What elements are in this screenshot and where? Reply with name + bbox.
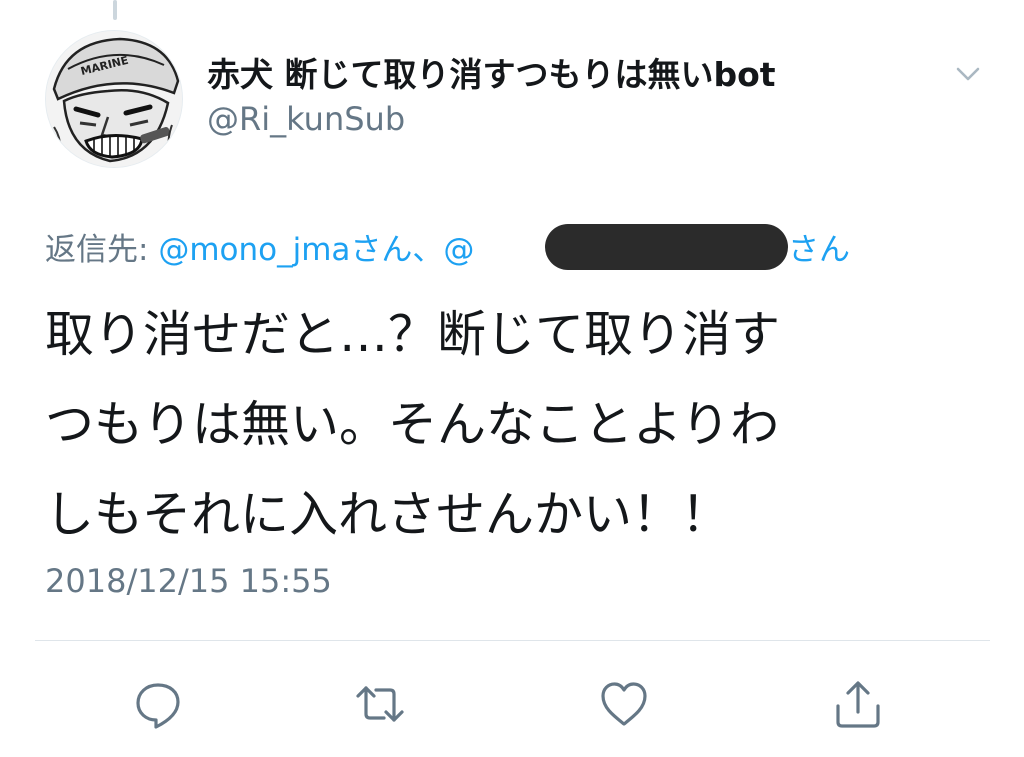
- tweet-text-line: つもりは無い。そんなことよりわ: [45, 396, 780, 453]
- reply-mention-suffix[interactable]: さん: [788, 224, 850, 269]
- tweet-text-line: しもそれに入れさせんかい！！: [45, 486, 731, 543]
- redaction-bar: [545, 224, 788, 270]
- reply-icon: [136, 683, 180, 729]
- avatar[interactable]: MARINE: [45, 30, 183, 168]
- like-button[interactable]: [596, 676, 652, 732]
- retweet-icon: [356, 686, 404, 722]
- reply-label: 返信先:: [45, 232, 149, 268]
- reply-context: 返信先: @mono_jmaさん、@: [45, 224, 474, 269]
- avatar-illustration: MARINE: [46, 31, 182, 167]
- heart-icon: [601, 682, 647, 726]
- share-icon: [836, 681, 880, 728]
- reply-mention-link[interactable]: @mono_jmaさん、@: [158, 232, 474, 268]
- display-name[interactable]: 赤犬 断じて取り消すつもりは無いbot: [207, 48, 776, 96]
- share-button[interactable]: [830, 676, 886, 732]
- tweet-text-line: 取り消せだと…？断じて取り消す: [45, 306, 781, 363]
- tweet-text: 取り消せだと…？断じて取り消す つもりは無い。そんなことよりわ しもそれに入れさ…: [45, 290, 985, 560]
- thread-connector-line: [113, 0, 117, 20]
- timestamp[interactable]: 2018/12/15 15:55: [45, 562, 332, 600]
- divider: [35, 640, 990, 641]
- reply-button[interactable]: [130, 676, 186, 732]
- retweet-button[interactable]: [352, 676, 408, 732]
- user-handle[interactable]: @Ri_kunSub: [207, 100, 405, 138]
- chevron-down-icon[interactable]: [948, 54, 988, 94]
